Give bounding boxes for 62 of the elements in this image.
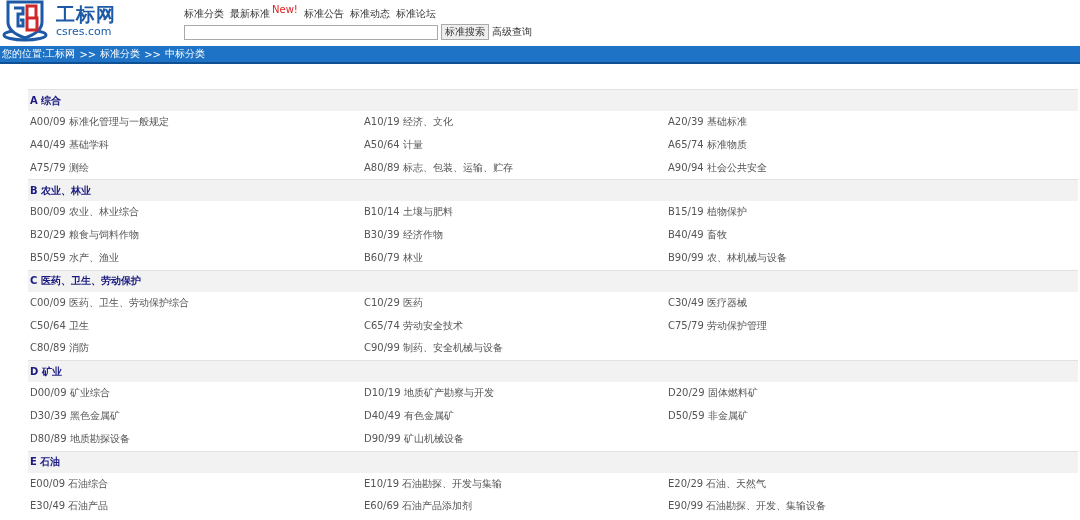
category-link[interactable]: B60/79 林业 xyxy=(362,247,666,270)
breadcrumb-link[interactable]: 标准分类 xyxy=(100,47,141,61)
nav-link[interactable]: 最新标准 xyxy=(230,7,270,21)
category-link[interactable]: C50/64 卫生 xyxy=(28,314,362,338)
category-link[interactable]: B50/59 水产、渔业 xyxy=(28,247,362,270)
category-link[interactable]: A80/89 标志、包装、运输、贮存 xyxy=(362,156,666,180)
category-link[interactable]: A65/74 标准物质 xyxy=(666,133,1078,157)
breadcrumb-link[interactable]: 您的位置:工标网 xyxy=(2,47,76,61)
nav-link[interactable]: 标准论坛 xyxy=(395,7,436,21)
category-link[interactable]: A50/64 计量 xyxy=(362,133,666,157)
category-link[interactable]: E20/29 石油、天然气 xyxy=(666,472,1078,496)
category-link[interactable]: B10/14 土壤与肥料 xyxy=(362,201,666,225)
category-link[interactable]: D20/29 固体燃料矿 xyxy=(666,382,1078,405)
category-link[interactable]: A40/49 基础学科 xyxy=(28,133,362,157)
category-link[interactable]: D80/89 地质勘探设备 xyxy=(28,427,362,451)
section-title: B 农业、林业 xyxy=(30,183,92,198)
category-link[interactable]: D90/99 矿山机械设备 xyxy=(362,427,666,451)
new-label: New! xyxy=(272,4,298,15)
category-link[interactable]: A20/39 基础标准 xyxy=(666,111,1078,134)
category-link[interactable]: A90/94 社会公共安全 xyxy=(666,156,1078,180)
section-title: A 综合 xyxy=(30,93,62,108)
category-link[interactable]: C30/49 医疗器械 xyxy=(666,291,1078,315)
category-link[interactable]: C65/74 劳动安全技术 xyxy=(362,314,666,338)
category-link[interactable]: C80/89 消防 xyxy=(28,337,362,361)
category-link[interactable]: C10/29 医药 xyxy=(362,291,666,315)
category-link[interactable]: D10/19 地质矿产勘察与开发 xyxy=(362,382,666,405)
category-link[interactable]: E60/69 石油产品添加剂 xyxy=(362,495,666,519)
breadcrumb-arrows: >> xyxy=(144,48,161,60)
breadcrumb-arrows: >> xyxy=(79,48,97,60)
category-link[interactable]: B15/19 植物保护 xyxy=(666,201,1078,225)
category-link[interactable]: B90/99 农、林机械与设备 xyxy=(666,247,1078,270)
category-link[interactable]: C00/09 医药、卫生、劳动保护综合 xyxy=(28,291,362,315)
section-title: C 医药、卫生、劳动保护 xyxy=(30,274,141,289)
site-domain: csres.com xyxy=(56,26,113,37)
breadcrumb-link[interactable]: 中标分类 xyxy=(164,47,205,61)
category-link[interactable]: D50/59 非金属矿 xyxy=(666,404,1078,428)
category-link[interactable]: E00/09 石油综合 xyxy=(28,472,362,496)
category-link[interactable]: A10/19 经济、文化 xyxy=(362,111,666,134)
section-title: E 石油 xyxy=(30,455,61,470)
category-link[interactable]: B20/29 粮食与饲料作物 xyxy=(28,224,362,247)
category-link[interactable]: A00/09 标准化管理与一般规定 xyxy=(28,111,362,134)
search-button[interactable]: 标准搜索 xyxy=(441,24,489,40)
category-link[interactable]: E10/19 石油勘探、开发与集输 xyxy=(362,472,666,496)
category-link[interactable]: A75/79 测绘 xyxy=(28,156,362,180)
category-link[interactable]: B40/49 畜牧 xyxy=(666,224,1078,247)
category-link[interactable]: C75/79 劳动保护管理 xyxy=(666,314,1078,338)
category-link[interactable]: C90/99 制药、安全机械与设备 xyxy=(362,337,666,361)
site-name: 工标网 xyxy=(56,5,116,24)
nav-link[interactable]: 标准分类 xyxy=(184,7,224,21)
nav-link[interactable]: 标准公告 xyxy=(303,7,344,21)
nav-link[interactable]: 标准动态 xyxy=(349,7,390,21)
category-link[interactable]: D00/09 矿业综合 xyxy=(28,382,362,405)
category-link[interactable]: E30/49 石油产品 xyxy=(28,495,362,519)
category-link[interactable]: E90/99 石油勘探、开发、集输设备 xyxy=(666,495,1078,519)
logo-icon xyxy=(2,0,48,42)
category-link[interactable]: D40/49 有色金属矿 xyxy=(362,404,666,428)
advanced-search-link[interactable]: 高级查询 xyxy=(492,25,532,39)
search-field[interactable] xyxy=(184,24,438,40)
category-link[interactable]: B00/09 农业、林业综合 xyxy=(28,201,362,225)
category-link[interactable]: B30/39 经济作物 xyxy=(362,224,666,247)
section-title: D 矿业 xyxy=(30,364,62,379)
category-link[interactable]: D30/39 黑色金属矿 xyxy=(28,404,362,428)
